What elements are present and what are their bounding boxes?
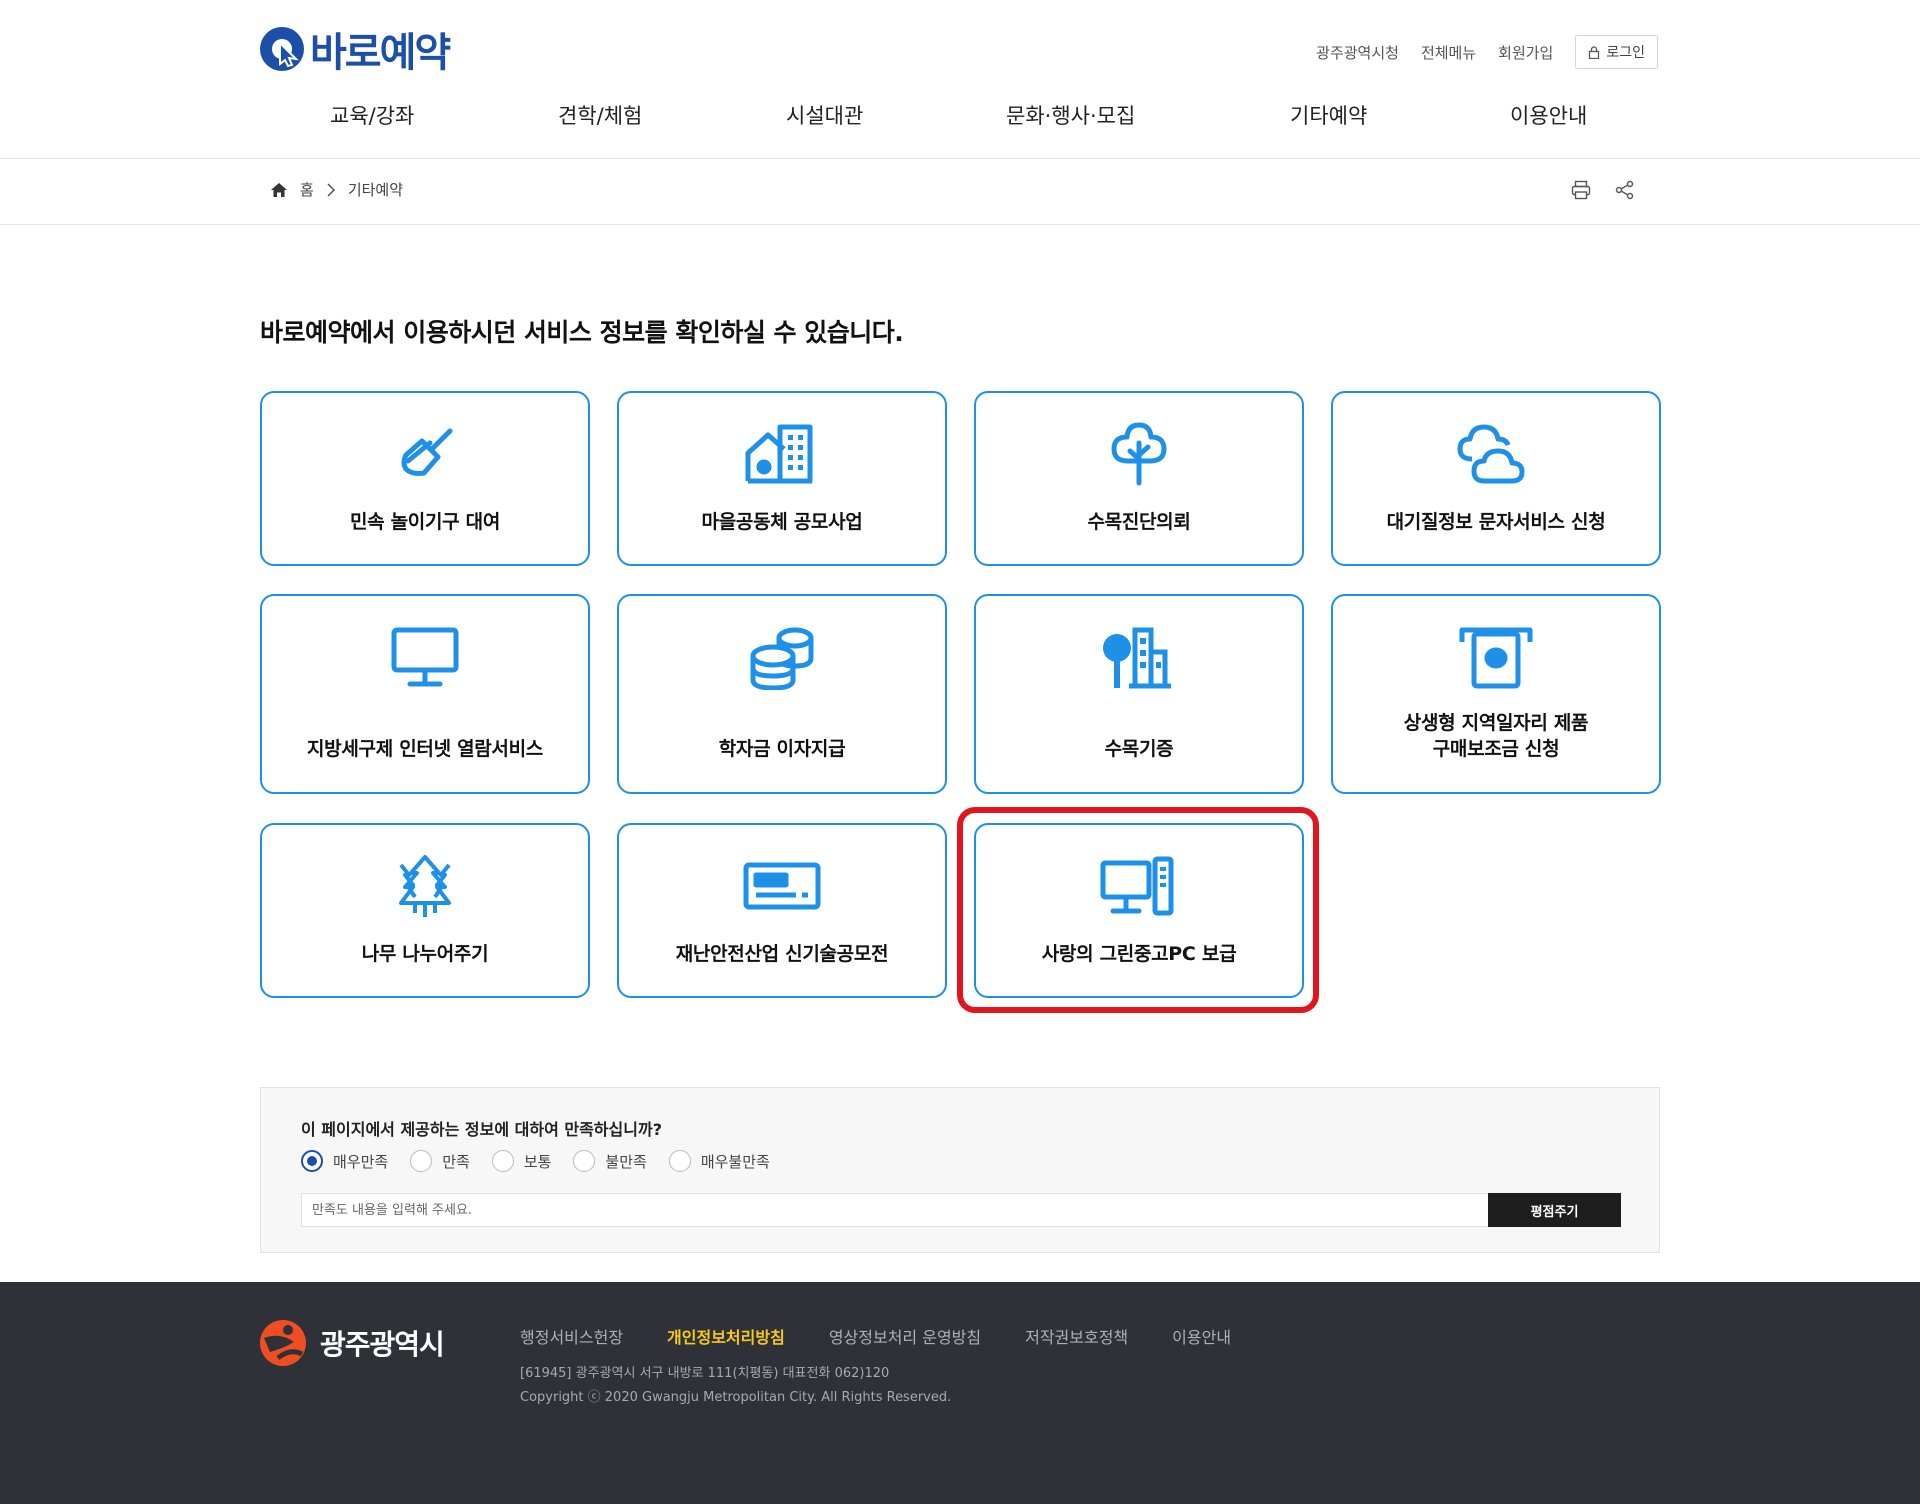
card-label: 수목진단의뢰 <box>1087 511 1191 533</box>
card-label-line1: 상생형 지역일자리 제품 <box>1403 712 1589 734</box>
satisfaction-survey: 이 페이지에서 제공하는 정보에 대하여 만족하십니까? 매우만족 만족 보통 … <box>260 1087 1660 1253</box>
service-card-tree-diagnosis[interactable]: 수목진단의뢰 <box>974 391 1304 566</box>
chevron-right-icon <box>327 182 335 197</box>
card-label: 사랑의 그린중고PC 보급 <box>1041 943 1237 965</box>
radio-label: 보통 <box>523 1152 552 1171</box>
card-label: 민속 놀이기구 대여 <box>349 511 501 533</box>
footer-link-admin-charter[interactable]: 행정서비스헌장 <box>520 1324 623 1348</box>
card-label: 재난안전산업 신기술공모전 <box>675 943 889 965</box>
service-card-green-used-pc[interactable]: 사랑의 그린중고PC 보급 <box>974 823 1304 998</box>
footer-link-privacy[interactable]: 개인정보처리방침 <box>667 1324 785 1348</box>
card-label: 나무 나누어주기 <box>361 943 489 965</box>
card-reader-icon <box>743 862 821 910</box>
radio-circle[interactable] <box>668 1150 691 1172</box>
nav-item-facility[interactable]: 시설대관 <box>786 100 863 130</box>
breadcrumb: 홈 기타예약 <box>270 179 403 200</box>
service-card-air-quality[interactable]: 대기질정보 문자서비스 신청 <box>1331 391 1661 566</box>
survey-comment-input[interactable] <box>301 1193 1528 1227</box>
card-label: 대기질정보 문자서비스 신청 <box>1386 511 1606 533</box>
share-icon[interactable] <box>1614 179 1636 201</box>
service-card-disaster-tech-contest[interactable]: 재난안전산업 신기술공모전 <box>617 823 947 998</box>
site-header: 바로예약 광주광역시청 전체메뉴 회원가입 로그인 교육/강좌 견학/체험 시설… <box>0 0 1920 159</box>
coin-stack-icon <box>750 627 814 690</box>
radio-label: 만족 <box>442 1152 470 1171</box>
footer-link-copyright-policy[interactable]: 저작권보호정책 <box>1025 1324 1128 1348</box>
radio-dissatisfied[interactable]: 불만족 <box>573 1150 647 1172</box>
radio-circle[interactable] <box>573 1150 596 1172</box>
nav-item-education[interactable]: 교육/강좌 <box>330 100 414 130</box>
footer-links: 행정서비스헌장 개인정보처리방침 영상정보처리 운영방침 저작권보호정책 이용안… <box>520 1324 1231 1348</box>
monitor-icon <box>391 627 459 687</box>
print-icon[interactable] <box>1570 179 1592 201</box>
cloud-icon <box>1457 424 1525 484</box>
main-nav: 교육/강좌 견학/체험 시설대관 문화·행사·모집 기타예약 이용안내 <box>258 100 1662 140</box>
radio-circle[interactable] <box>301 1150 323 1172</box>
city-tree-icon <box>1103 627 1171 689</box>
submit-rating-button[interactable]: 평점주기 <box>1488 1193 1621 1227</box>
nav-item-tour[interactable]: 견학/체험 <box>558 100 642 130</box>
breadcrumb-current[interactable]: 기타예약 <box>348 179 403 200</box>
tree-icon <box>1111 422 1167 486</box>
radio-label: 매우불만족 <box>700 1152 770 1171</box>
card-label: 학자금 이자지급 <box>718 738 846 760</box>
footer-info: [61945] 광주광역시 서구 내방로 111(치평동) 대표전화 062)1… <box>520 1362 951 1410</box>
login-label: 로그인 <box>1606 45 1645 61</box>
footer-link-guide[interactable]: 이용안내 <box>1172 1324 1231 1348</box>
nav-item-culture[interactable]: 문화·행사·모집 <box>1006 100 1135 130</box>
nav-item-other[interactable]: 기타예약 <box>1290 100 1367 130</box>
card-label: 마을공동체 공모사업 <box>701 511 863 533</box>
service-card-folk-toy[interactable]: 민속 놀이기구 대여 <box>260 391 590 566</box>
forest-icon <box>399 855 451 917</box>
survey-options: 매우만족 만족 보통 불만족 매우불만족 <box>301 1150 770 1172</box>
radio-neutral[interactable]: 보통 <box>491 1150 552 1172</box>
radio-circle[interactable] <box>410 1150 433 1172</box>
service-card-tree-donation[interactable]: 수목기증 <box>974 594 1304 794</box>
lock-icon <box>1589 45 1600 59</box>
radio-label: 매우만족 <box>333 1152 389 1171</box>
page-headline: 바로예약에서 이용하시던 서비스 정보를 확인하실 수 있습니다. <box>260 318 904 347</box>
toy-top-icon <box>401 428 453 476</box>
radio-label: 불만족 <box>605 1152 647 1171</box>
service-card-student-loan[interactable]: 학자금 이자지급 <box>617 594 947 794</box>
community-building-icon <box>745 424 813 484</box>
utility-nav: 광주광역시청 전체메뉴 회원가입 로그인 <box>1316 35 1658 69</box>
logo-cursor-icon <box>260 27 304 71</box>
survey-question: 이 페이지에서 제공하는 정보에 대하여 만족하십니까? <box>301 1120 662 1139</box>
site-footer: 광주광역시 행정서비스헌장 개인정보처리방침 영상정보처리 운영방침 저작권보호… <box>0 1282 1920 1504</box>
site-logo[interactable]: 바로예약 <box>258 24 451 76</box>
util-link-all-menu[interactable]: 전체메뉴 <box>1421 42 1476 63</box>
breadcrumb-bar: 홈 기타예약 <box>0 159 1920 225</box>
desktop-pc-icon <box>1100 856 1174 916</box>
util-link-city-hall[interactable]: 광주광역시청 <box>1316 42 1399 63</box>
service-card-local-jobs-subsidy[interactable]: 상생형 지역일자리 제품 구매보조금 신청 <box>1331 594 1661 794</box>
service-card-local-tax[interactable]: 지방세구제 인터넷 열람서비스 <box>260 594 590 794</box>
footer-logo-text: 광주광역시 <box>320 1328 445 1361</box>
radio-circle[interactable] <box>491 1150 514 1172</box>
util-link-signup[interactable]: 회원가입 <box>1498 42 1553 63</box>
footer-link-cctv-policy[interactable]: 영상정보처리 운영방침 <box>829 1324 981 1348</box>
radio-satisfied[interactable]: 만족 <box>410 1150 470 1172</box>
login-button[interactable]: 로그인 <box>1575 35 1658 69</box>
radio-very-satisfied[interactable]: 매우만족 <box>301 1150 388 1172</box>
cash-withdraw-icon <box>1459 627 1533 689</box>
card-label: 지방세구제 인터넷 열람서비스 <box>307 738 543 760</box>
card-label: 수목기증 <box>1104 738 1174 760</box>
breadcrumb-home[interactable]: 홈 <box>300 179 314 200</box>
radio-very-dissatisfied[interactable]: 매우불만족 <box>668 1150 770 1172</box>
home-icon[interactable] <box>270 182 288 198</box>
footer-logo[interactable]: 광주광역시 <box>258 1318 445 1368</box>
nav-item-guide[interactable]: 이용안내 <box>1510 100 1587 130</box>
page-tools <box>1570 179 1636 201</box>
card-label-line2: 구매보조금 신청 <box>1432 738 1560 760</box>
footer-copyright: Copyright ⓒ 2020 Gwangju Metropolitan Ci… <box>520 1390 952 1405</box>
logo-text: 바로예약 <box>310 30 451 76</box>
gwangju-emblem-icon <box>260 1320 306 1366</box>
service-card-village-community[interactable]: 마을공동체 공모사업 <box>617 391 947 566</box>
footer-address: [61945] 광주광역시 서구 내방로 111(치평동) 대표전화 062)1… <box>520 1366 890 1381</box>
service-card-tree-giveaway[interactable]: 나무 나누어주기 <box>260 823 590 998</box>
